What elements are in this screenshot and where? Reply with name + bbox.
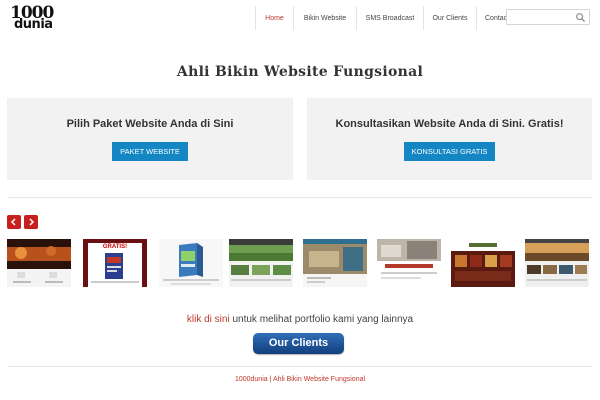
search-icon[interactable] [575,12,586,23]
search-input[interactable] [506,9,590,25]
thumb-caption: GRATIS! [103,244,127,250]
cta-konsultasi-panel: Konsultasikan Website Anda di Sini. Grat… [307,98,592,180]
portfolio-thumbnail[interactable] [159,239,223,287]
portfolio-thumbnail[interactable] [377,239,441,287]
portfolio-carousel: GRATIS! [7,239,592,287]
portfolio-thumbnail[interactable] [229,239,293,287]
konsultasi-gratis-button[interactable]: KONSULTASI GRATIS [403,142,496,161]
footer-text[interactable]: 1000dunia | Ahli Bikin Website Fungsiona… [0,376,600,383]
nav-our-clients[interactable]: Our Clients [423,6,476,30]
divider [7,197,592,198]
carousel-prev-button[interactable] [7,215,21,229]
logo[interactable]: 1000 dunia [10,3,64,33]
portfolio-link[interactable]: klik di sini [187,314,230,325]
nav-home[interactable]: Home [255,6,293,30]
portfolio-thumbnail[interactable] [525,239,589,287]
nav-sms-broadcast[interactable]: SMS Broadcast [356,6,423,30]
portfolio-thumbnail[interactable]: GRATIS! [83,239,147,287]
site-header: 1000 dunia Home Bikin Website SMS Broadc… [0,0,600,36]
footer-divider [7,366,592,367]
cta-konsultasi-heading: Konsultasikan Website Anda di Sini. Grat… [335,118,564,130]
logo-word: dunia [14,17,53,32]
page-title: Ahli Bikin Website Fungsional [176,64,424,80]
main-nav: Home Bikin Website SMS Broadcast Our Cli… [255,6,509,30]
cta-paket-panel: Pilih Paket Website Anda di Sini PAKET W… [7,98,293,180]
paket-website-button[interactable]: PAKET WEBSITE [112,142,188,161]
cta-paket-heading: Pilih Paket Website Anda di Sini [66,118,234,130]
chevron-right-icon [29,218,35,226]
portfolio-thumbnail[interactable] [451,239,515,287]
chevron-left-icon [10,218,16,226]
carousel-next-button[interactable] [24,215,38,229]
our-clients-button[interactable]: Our Clients [253,333,344,354]
portfolio-text: untuk melihat portfolio kami yang lainny… [229,314,414,325]
portfolio-thumbnail[interactable] [303,239,367,287]
nav-contact[interactable]: Contact [476,6,509,30]
portfolio-prompt: klik di sini untuk melihat portfolio kam… [0,314,600,325]
nav-bikin-website[interactable]: Bikin Website [293,6,356,30]
portfolio-thumbnail[interactable] [7,239,71,287]
